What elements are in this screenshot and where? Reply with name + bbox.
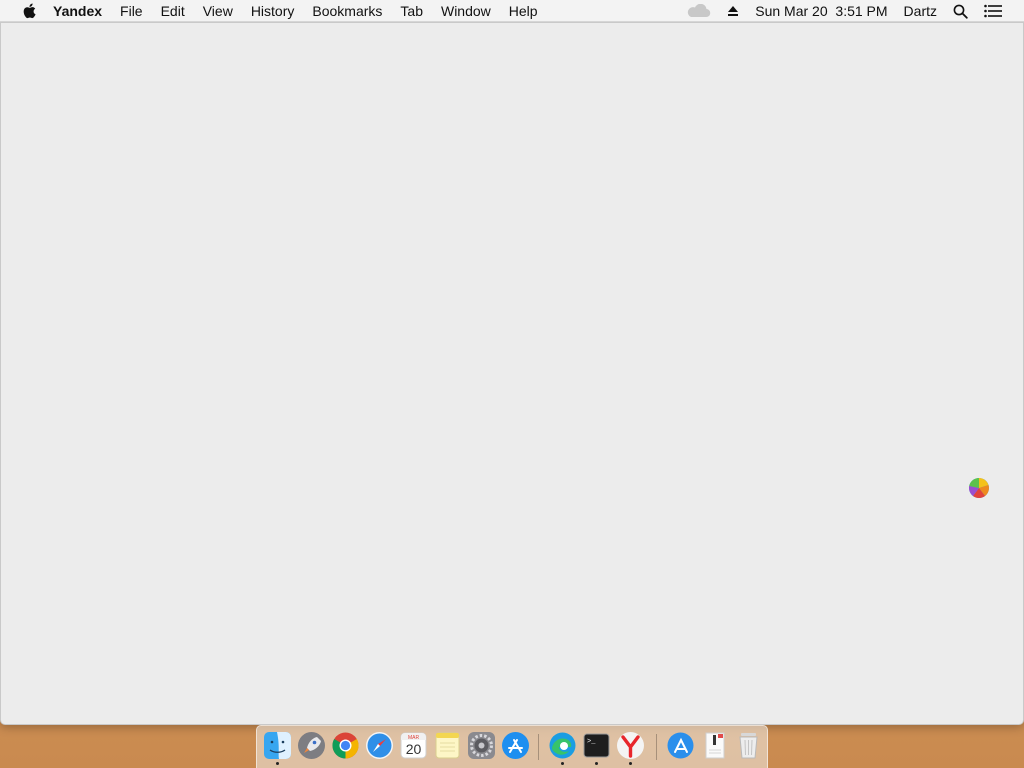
- loading-spinner-icon: [968, 477, 990, 499]
- menu-view[interactable]: View: [194, 0, 242, 22]
- dock-notes[interactable]: [432, 730, 463, 761]
- calendar-icon: MAR 20: [400, 732, 427, 759]
- running-indicator: [629, 762, 632, 765]
- running-indicator: [595, 762, 598, 765]
- document-stack-icon: [705, 732, 725, 759]
- calendar-day: 20: [406, 741, 422, 757]
- dock-separator: [656, 734, 657, 760]
- gear-icon: [468, 732, 495, 759]
- dock-chrome[interactable]: [330, 730, 361, 761]
- menu-user[interactable]: Dartz: [896, 0, 945, 22]
- menu-clock[interactable]: Sun Mar 20 3:51 PM: [747, 0, 895, 22]
- apple-menu-icon[interactable]: [19, 0, 39, 22]
- dock-separator: [538, 734, 539, 760]
- dock-document[interactable]: [699, 730, 730, 761]
- menu-edit[interactable]: Edit: [152, 0, 194, 22]
- dock-app-store[interactable]: [500, 730, 531, 761]
- menu-history[interactable]: History: [242, 0, 304, 22]
- spotlight-search-icon[interactable]: [945, 0, 976, 22]
- dock-terminal[interactable]: >_: [581, 730, 612, 765]
- cloud-icon[interactable]: [677, 0, 719, 22]
- app-store-icon: [502, 732, 529, 759]
- yandex-browser-window[interactable]: [0, 22, 1024, 725]
- running-indicator: [561, 762, 564, 765]
- menu-help[interactable]: Help: [500, 0, 547, 22]
- menu-bookmarks[interactable]: Bookmarks: [303, 0, 391, 22]
- dock-safari[interactable]: [364, 730, 395, 761]
- terminal-prompt: >_: [587, 738, 596, 746]
- notes-icon: [435, 732, 460, 759]
- eject-icon[interactable]: [719, 0, 747, 22]
- dock-system-preferences[interactable]: [466, 730, 497, 761]
- menu-bar: Yandex File Edit View History Bookmarks …: [0, 0, 1024, 22]
- dock-finder[interactable]: [262, 730, 293, 765]
- notification-center-icon[interactable]: [976, 0, 1024, 22]
- rocket-icon: [298, 732, 325, 759]
- compass-icon: [366, 732, 393, 759]
- edge-icon: [549, 732, 576, 759]
- dock-launchpad[interactable]: [296, 730, 327, 761]
- dock-calendar[interactable]: MAR 20: [398, 730, 429, 761]
- menu-window[interactable]: Window: [432, 0, 500, 22]
- dock-yandex[interactable]: [615, 730, 646, 765]
- menu-file[interactable]: File: [111, 0, 152, 22]
- menu-tab[interactable]: Tab: [391, 0, 432, 22]
- dock-downloads[interactable]: [665, 730, 696, 761]
- dock-edge[interactable]: [547, 730, 578, 765]
- chrome-icon: [332, 732, 359, 759]
- downloads-stack-icon: [667, 732, 694, 759]
- dock-trash[interactable]: [733, 730, 764, 761]
- menu-app-name[interactable]: Yandex: [53, 0, 111, 22]
- yandex-icon: [617, 732, 644, 759]
- terminal-icon: >_: [583, 733, 610, 758]
- finder-icon: [264, 732, 291, 759]
- running-indicator: [276, 762, 279, 765]
- trash-icon: [739, 733, 758, 759]
- dock: MAR 20 >_: [256, 725, 768, 768]
